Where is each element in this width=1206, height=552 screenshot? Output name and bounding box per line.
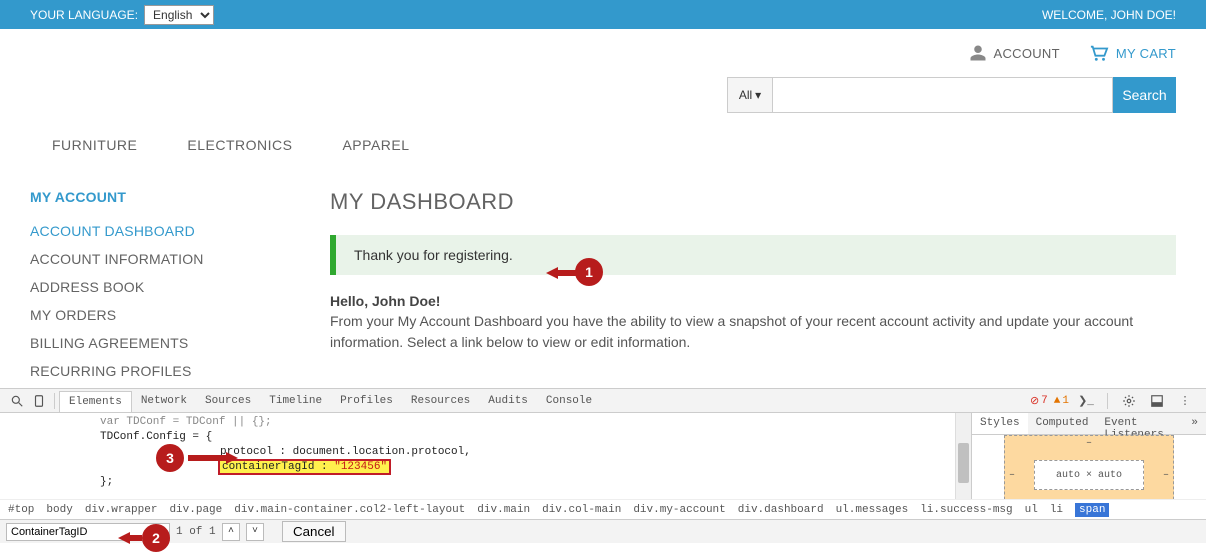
settings-icon[interactable] <box>1118 390 1140 412</box>
nav-item-electronics[interactable]: ELECTRONICS <box>187 137 292 153</box>
devtools-findbar: 1 of 1 ˄ ˅ Cancel <box>0 519 1206 543</box>
styles-tab[interactable]: Styles <box>972 413 1028 434</box>
sidebar-item-dashboard[interactable]: ACCOUNT DASHBOARD <box>30 217 330 245</box>
main-nav: FURNITURE ELECTRONICS APPAREL <box>0 123 1206 167</box>
highlighted-code: containerTagId : "123456" <box>220 461 389 473</box>
devtools-tabbar: Elements Network Sources Timeline Profil… <box>0 389 1206 413</box>
greeting: Hello, John Doe! <box>330 293 1176 309</box>
search-input[interactable] <box>773 77 1113 113</box>
sidebar-item-recurring[interactable]: RECURRING PROFILES <box>30 357 330 385</box>
find-counter: 1 of 1 <box>176 526 216 538</box>
account-label: ACCOUNT <box>993 46 1059 61</box>
main-content: MY DASHBOARD Thank you for registering. … <box>330 189 1176 385</box>
success-alert: Thank you for registering. <box>330 235 1176 275</box>
sidebar-title: MY ACCOUNT <box>30 189 330 205</box>
header-links: ACCOUNT MY CART <box>0 29 1206 77</box>
annotation-arrow-1 <box>546 264 576 287</box>
annotation-2: 2 <box>118 524 170 552</box>
scrollbar[interactable] <box>955 413 971 499</box>
find-cancel-button[interactable]: Cancel <box>282 521 346 542</box>
dock-icon[interactable] <box>1146 390 1168 412</box>
devtools-styles-pane: Styles Computed Event Listeners » – – – … <box>971 413 1206 499</box>
devtools-tab-profiles[interactable]: Profiles <box>331 391 402 411</box>
welcome-text: WELCOME, JOHN DOE! <box>1042 8 1176 22</box>
account-sidebar: MY ACCOUNT ACCOUNT DASHBOARD ACCOUNT INF… <box>30 189 330 385</box>
cart-icon <box>1088 44 1110 62</box>
annotation-callout-1: 1 <box>575 258 603 286</box>
annotation-3: 3 <box>156 444 238 472</box>
sidebar-item-address-book[interactable]: ADDRESS BOOK <box>30 273 330 301</box>
alert-text: Thank you for registering. <box>354 247 513 263</box>
error-badge[interactable]: ⊘7 <box>1030 394 1048 408</box>
language-label: YOUR LANGUAGE: <box>30 8 138 22</box>
warning-badge[interactable]: ▲1 <box>1054 395 1069 407</box>
device-icon[interactable] <box>28 390 50 412</box>
devtools-tab-audits[interactable]: Audits <box>479 391 537 411</box>
event-listeners-tab[interactable]: Event Listeners <box>1096 413 1183 434</box>
devtools-tab-resources[interactable]: Resources <box>402 391 479 411</box>
devtools-tab-timeline[interactable]: Timeline <box>260 391 331 411</box>
devtools-tab-sources[interactable]: Sources <box>196 391 260 411</box>
cart-link[interactable]: MY CART <box>1088 44 1176 62</box>
sidebar-item-my-orders[interactable]: MY ORDERS <box>30 301 330 329</box>
devtools-source-pane[interactable]: var TDConf = TDConf || {}; TDConf.Config… <box>0 413 955 499</box>
page-heading: MY DASHBOARD <box>330 189 1176 215</box>
account-link[interactable]: ACCOUNT <box>969 44 1059 62</box>
language-select[interactable]: English <box>144 5 214 25</box>
search-scope-select[interactable]: All ▾ <box>727 77 773 113</box>
chevron-down-icon: ▾ <box>755 88 761 102</box>
search-row: All ▾ Search <box>0 77 1206 123</box>
person-icon <box>969 44 987 62</box>
devtools-tab-elements[interactable]: Elements <box>59 391 132 412</box>
cart-label: MY CART <box>1116 46 1176 61</box>
top-bar: YOUR LANGUAGE: English WELCOME, JOHN DOE… <box>0 0 1206 29</box>
dashboard-description: From your My Account Dashboard you have … <box>330 311 1176 353</box>
find-next-button[interactable]: ˅ <box>246 523 264 541</box>
drawer-icon[interactable]: ❯_ <box>1075 390 1097 412</box>
devtools-tab-network[interactable]: Network <box>132 391 196 411</box>
nav-item-apparel[interactable]: APPAREL <box>342 137 409 153</box>
box-model: – – – – auto × auto <box>972 435 1206 499</box>
inspect-icon[interactable] <box>6 390 28 412</box>
devtools-tab-console[interactable]: Console <box>537 391 601 411</box>
devtools-breadcrumb[interactable]: #top body div.wrapper div.page div.main-… <box>0 499 1206 519</box>
computed-tab[interactable]: Computed <box>1028 413 1097 434</box>
styles-more[interactable]: » <box>1183 413 1206 434</box>
find-prev-button[interactable]: ˄ <box>222 523 240 541</box>
breadcrumb-selected[interactable]: span <box>1075 503 1109 517</box>
sidebar-item-account-info[interactable]: ACCOUNT INFORMATION <box>30 245 330 273</box>
sidebar-item-billing[interactable]: BILLING AGREEMENTS <box>30 329 330 357</box>
nav-item-furniture[interactable]: FURNITURE <box>52 137 137 153</box>
more-icon[interactable]: ⋮ <box>1174 390 1196 412</box>
search-button[interactable]: Search <box>1113 77 1176 113</box>
